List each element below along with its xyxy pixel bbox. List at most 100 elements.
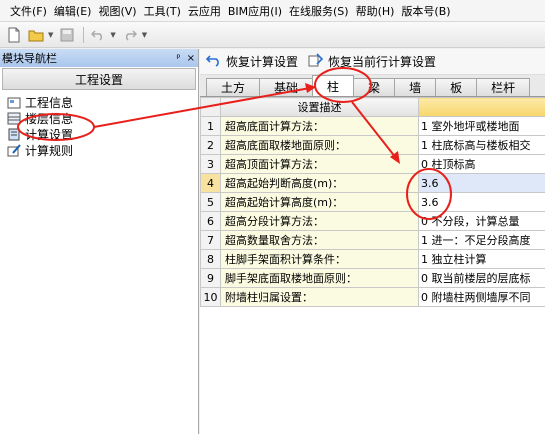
- row-description: 超高起始判断高度(m)：: [220, 173, 419, 193]
- header-description: 设置描述: [220, 97, 419, 117]
- header-corner: [200, 97, 221, 117]
- row-number: 2: [200, 135, 221, 155]
- table-row[interactable]: 1 超高底面计算方法： 1 室外地坪或楼地面: [200, 116, 545, 136]
- restore-calc-settings-button[interactable]: 恢复计算设置: [205, 53, 299, 70]
- row-number: 6: [200, 211, 221, 231]
- table-row[interactable]: 10 附墙柱归属设置： 0 附墙柱两侧墙厚不同: [200, 287, 545, 307]
- save-icon[interactable]: [57, 26, 77, 44]
- floor-info-icon: [6, 111, 22, 125]
- table-row[interactable]: 8 柱脚手架面积计算条件： 1 独立柱计算: [200, 249, 545, 269]
- row-value[interactable]: 3.6: [418, 192, 545, 212]
- row-number: 1: [200, 116, 221, 136]
- redo-icon[interactable]: [120, 26, 140, 44]
- row-number: 8: [200, 249, 221, 269]
- nav-panel-title: 模块导航栏: [2, 52, 57, 65]
- menu-edit[interactable]: 编辑(E): [54, 3, 92, 19]
- row-description: 超高起始计算高度(m)：: [220, 192, 419, 212]
- nav-item-label: 工程信息: [25, 95, 74, 110]
- restore-icon: [205, 53, 222, 70]
- undo-dropdown-icon[interactable]: ▼: [110, 31, 115, 39]
- menu-cloud[interactable]: 云应用: [188, 3, 221, 19]
- header-value: [418, 97, 545, 117]
- row-value[interactable]: 1 柱底标高与楼板相交: [418, 135, 545, 155]
- restore-row-icon: [308, 53, 324, 70]
- table-row[interactable]: 6 超高分段计算方法： 0 不分段，计算总量: [200, 211, 545, 231]
- toolbar-divider: [83, 26, 85, 43]
- main-toolbar: ▼ ▼ ▼: [0, 22, 545, 48]
- tab-railing[interactable]: 栏杆: [476, 78, 531, 96]
- table-row[interactable]: 9 脚手架底面取楼地面原则： 0 取当前楼层的层底标: [200, 268, 545, 288]
- settings-toolbar: 恢复计算设置 恢复当前行计算设置: [200, 49, 545, 75]
- component-tabs: 土方 基础 柱 梁 墙 板 栏杆: [200, 75, 545, 97]
- row-value[interactable]: 0 取当前楼层的层底标: [418, 268, 545, 288]
- nav-item-calc-settings[interactable]: 计算设置: [0, 126, 198, 142]
- tab-slab[interactable]: 板: [435, 78, 478, 96]
- table-row[interactable]: 7 超高数量取舍方法： 1 进一：不足分段高度: [200, 230, 545, 250]
- redo-dropdown-icon[interactable]: ▼: [142, 31, 147, 39]
- row-description: 脚手架底面取楼地面原则：: [220, 268, 419, 288]
- table-row[interactable]: 2 超高底面取楼地面原则： 1 柱底标高与楼板相交: [200, 135, 545, 155]
- menu-bar: 文件(F) 编辑(E) 视图(V) 工具(T) 云应用 BIM应用(I) 在线服…: [0, 0, 545, 22]
- nav-item-floor-info[interactable]: 楼层信息: [0, 110, 198, 126]
- module-nav-panel: 模块导航栏 ᵖ × 工程设置 工程信息 楼层信息 计算设置 计算规则: [0, 49, 199, 434]
- row-value[interactable]: 3.6: [418, 173, 545, 193]
- nav-item-label: 楼层信息: [25, 111, 74, 126]
- open-dropdown-icon[interactable]: ▼: [48, 31, 53, 39]
- menu-file[interactable]: 文件(F): [10, 3, 47, 19]
- close-icon[interactable]: ×: [187, 53, 195, 64]
- tab-beam[interactable]: 梁: [353, 78, 396, 96]
- row-description: 超高数量取舍方法：: [220, 230, 419, 250]
- project-info-icon: [6, 95, 22, 109]
- new-file-icon[interactable]: [4, 26, 24, 44]
- row-value[interactable]: 1 独立柱计算: [418, 249, 545, 269]
- tab-earthwork[interactable]: 土方: [206, 78, 261, 96]
- row-number: 4: [200, 173, 221, 193]
- table-row[interactable]: 5 超高起始计算高度(m)： 3.6: [200, 192, 545, 212]
- tab-foundation[interactable]: 基础: [259, 78, 314, 96]
- row-description: 超高底面取楼地面原则：: [220, 135, 419, 155]
- nav-item-project-info[interactable]: 工程信息: [0, 94, 198, 110]
- tab-column[interactable]: 柱: [312, 75, 355, 96]
- calc-rules-icon: [6, 143, 22, 157]
- calc-settings-icon: [6, 127, 22, 141]
- nav-item-calc-rules[interactable]: 计算规则: [0, 142, 198, 158]
- row-value[interactable]: 0 柱顶标高: [418, 154, 545, 174]
- restore-calc-settings-label: 恢复计算设置: [226, 55, 299, 69]
- menu-online[interactable]: 在线服务(S): [289, 3, 349, 19]
- row-number: 3: [200, 154, 221, 174]
- row-value[interactable]: 1 进一：不足分段高度: [418, 230, 545, 250]
- table-header-row: 设置描述: [200, 97, 545, 117]
- menu-tools[interactable]: 工具(T): [144, 3, 181, 19]
- row-description: 超高底面计算方法：: [220, 116, 419, 136]
- menu-version[interactable]: 版本号(B): [401, 3, 450, 19]
- undo-icon[interactable]: [88, 26, 108, 44]
- restore-current-row-label: 恢复当前行计算设置: [328, 55, 437, 69]
- row-number: 5: [200, 192, 221, 212]
- row-number: 10: [200, 287, 221, 307]
- row-number: 9: [200, 268, 221, 288]
- menu-view[interactable]: 视图(V): [98, 3, 136, 19]
- restore-current-row-button[interactable]: 恢复当前行计算设置: [308, 53, 436, 70]
- settings-table: 设置描述 1 超高底面计算方法： 1 室外地坪或楼地面 2 超高底面取楼地面原则…: [200, 97, 545, 307]
- row-description: 柱脚手架面积计算条件：: [220, 249, 419, 269]
- row-description: 超高分段计算方法：: [220, 211, 419, 231]
- row-value[interactable]: 0 附墙柱两侧墙厚不同: [418, 287, 545, 307]
- nav-item-label: 计算规则: [25, 143, 74, 158]
- open-folder-icon[interactable]: [26, 26, 46, 44]
- pin-icon[interactable]: ᵖ: [176, 53, 180, 64]
- row-number: 7: [200, 230, 221, 250]
- menu-help[interactable]: 帮助(H): [356, 3, 395, 19]
- calc-settings-content: 恢复计算设置 恢复当前行计算设置 土方 基础 柱 梁 墙 板 栏杆 设置描述 1…: [200, 49, 545, 434]
- row-description: 附墙柱归属设置：: [220, 287, 419, 307]
- row-value[interactable]: 0 不分段，计算总量: [418, 211, 545, 231]
- row-value[interactable]: 1 室外地坪或楼地面: [418, 116, 545, 136]
- table-row[interactable]: 4 超高起始判断高度(m)： 3.6: [200, 173, 545, 193]
- nav-tree: 工程信息 楼层信息 计算设置 计算规则: [0, 91, 198, 158]
- nav-item-label: 计算设置: [25, 127, 74, 142]
- row-description: 超高顶面计算方法：: [220, 154, 419, 174]
- nav-panel-title-bar: 模块导航栏 ᵖ ×: [0, 49, 198, 67]
- tab-wall[interactable]: 墙: [394, 78, 437, 96]
- project-settings-tab[interactable]: 工程设置: [2, 68, 196, 90]
- menu-bim[interactable]: BIM应用(I): [228, 3, 282, 19]
- table-row[interactable]: 3 超高顶面计算方法： 0 柱顶标高: [200, 154, 545, 174]
